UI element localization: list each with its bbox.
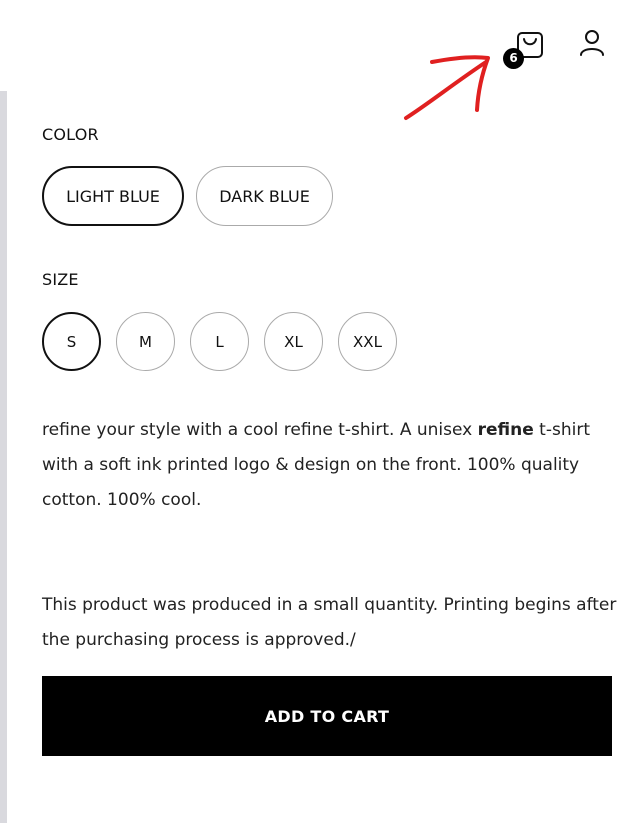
size-option-s[interactable]: S xyxy=(42,312,101,371)
header-icons: 6 xyxy=(0,0,643,120)
red-arrow-icon xyxy=(404,55,490,120)
size-option-label: S xyxy=(66,332,77,351)
description-bold: refine xyxy=(477,420,534,440)
color-option-label: LIGHT BLUE xyxy=(66,186,160,206)
size-option-xl[interactable]: XL xyxy=(264,312,323,371)
size-option-label: L xyxy=(215,332,224,351)
size-label: SIZE xyxy=(42,270,79,289)
size-option-m[interactable]: M xyxy=(116,312,175,371)
product-description: refine your style with a cool refine t-s… xyxy=(42,413,622,518)
add-to-cart-button[interactable]: ADD TO CART xyxy=(42,676,612,756)
color-option-label: DARK BLUE xyxy=(219,186,310,206)
size-option-xxl[interactable]: XXL xyxy=(338,312,397,371)
production-note: This product was produced in a small qua… xyxy=(42,595,617,650)
size-option-label: M xyxy=(139,332,152,351)
description-text: refine your style with a cool refine t-s… xyxy=(42,420,478,440)
size-option-l[interactable]: L xyxy=(190,312,249,371)
user-icon xyxy=(580,30,604,56)
size-option-label: XL xyxy=(284,332,303,351)
color-option-light-blue[interactable]: LIGHT BLUE xyxy=(42,166,184,226)
size-option-label: XXL xyxy=(353,332,382,351)
color-option-dark-blue[interactable]: DARK BLUE xyxy=(196,166,333,226)
color-label: COLOR xyxy=(42,125,99,144)
left-rail xyxy=(0,91,7,823)
cart-count-badge: 6 xyxy=(503,48,524,69)
account-button[interactable] xyxy=(576,28,608,58)
